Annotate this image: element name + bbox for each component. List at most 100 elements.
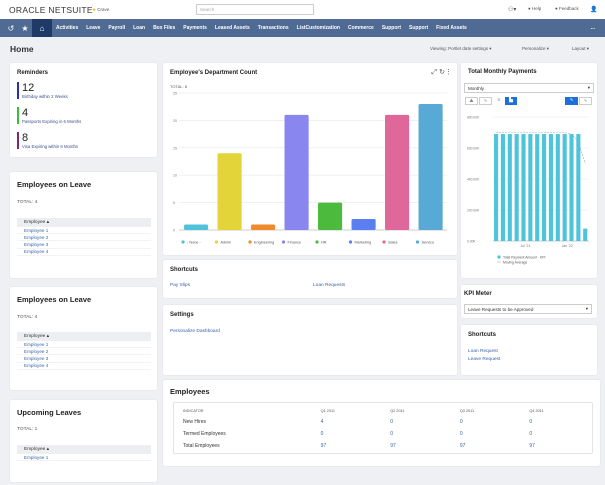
legend-label[interactable]: Service xyxy=(422,241,435,245)
period-select[interactable]: Monthly ▾ xyxy=(464,83,594,93)
nav-item-fixed-assets[interactable]: Fixed Assets xyxy=(436,25,467,31)
cell-value[interactable]: 97 xyxy=(522,441,590,451)
nav-item-support[interactable]: Support xyxy=(382,25,401,31)
expand-icon[interactable]: ⤢ xyxy=(431,69,437,77)
employee-column-header[interactable]: Employee ▴ xyxy=(17,445,151,454)
payment-bar[interactable] xyxy=(576,134,581,241)
nav-item-leased-assets[interactable]: Leased Assets xyxy=(215,25,250,31)
payment-bar[interactable] xyxy=(514,134,519,241)
nav-item-payments[interactable]: Payments xyxy=(183,25,207,31)
employee-link[interactable]: Employee 1 xyxy=(17,454,151,462)
cell-value[interactable]: 0 xyxy=(314,429,382,439)
search-input[interactable]: Search xyxy=(196,4,314,15)
bar-finance[interactable] xyxy=(284,114,309,230)
legend-label[interactable]: HR xyxy=(321,241,327,245)
horizontal-bar-icon[interactable]: ≡ xyxy=(494,97,504,105)
cell-value[interactable]: 97 xyxy=(314,441,382,451)
payment-bar[interactable] xyxy=(528,134,533,241)
personalize-dropdown[interactable]: Personalize ▾ xyxy=(522,46,549,52)
nav-more[interactable]: ... xyxy=(591,25,595,31)
leave-request-link[interactable]: Leave Request xyxy=(468,357,500,362)
cell-value[interactable]: 0 xyxy=(383,429,451,439)
cell-value[interactable]: 0 xyxy=(453,417,521,427)
payment-bar[interactable] xyxy=(569,134,574,241)
reminder-item[interactable]: 8 Visa Expiring within 6 Months xyxy=(17,132,78,149)
employee-link[interactable]: Employee 4 xyxy=(17,363,151,370)
netsuite-logo[interactable]: ORACLE NETSUITE xyxy=(9,5,93,15)
nav-item-transactions[interactable]: Transactions xyxy=(258,25,289,31)
line-chart-icon[interactable]: ∿ xyxy=(479,97,492,105)
favorites-icon[interactable]: ★ xyxy=(18,24,32,33)
reminder-label[interactable]: Visa Expiring within 6 Months xyxy=(22,144,78,149)
employee-link[interactable]: Employee 4 xyxy=(17,249,151,256)
legend-label[interactable]: - None - xyxy=(187,241,201,245)
legend-label[interactable]: Sales xyxy=(388,241,398,245)
user-menu-icon[interactable]: 👤 xyxy=(590,6,597,13)
kpi-select[interactable]: Leave Requests to be Approved ▾ xyxy=(464,304,592,314)
reminder-label[interactable]: Passports Expiring in 6 Months xyxy=(22,119,81,124)
legend-label[interactable]: Marketing xyxy=(355,241,372,245)
payment-bar[interactable] xyxy=(555,134,560,241)
payment-bar[interactable] xyxy=(521,134,526,241)
nav-item-support[interactable]: Support xyxy=(409,25,428,31)
bar-marketing[interactable] xyxy=(351,219,376,230)
employee-link[interactable]: Employee 2 xyxy=(17,234,151,242)
nav-item-payroll[interactable]: Payroll xyxy=(108,25,125,31)
roles-icon[interactable]: ⚇▾ xyxy=(508,6,516,13)
recent-icon[interactable]: ↺ xyxy=(4,24,18,33)
reminder-label[interactable]: Birthday within 2 Weeks xyxy=(22,94,68,99)
home-icon[interactable]: ⌂ xyxy=(32,19,52,37)
cell-value[interactable]: 0 xyxy=(453,429,521,439)
legend-label[interactable]: Finance xyxy=(288,241,302,245)
column-chart-icon[interactable]: ▙ xyxy=(505,97,517,105)
pay-slips-link[interactable]: Pay Slips xyxy=(170,283,190,288)
cell-value[interactable]: 0 xyxy=(522,429,590,439)
employee-link[interactable]: Employee 2 xyxy=(17,348,151,356)
bar-engineering[interactable] xyxy=(251,224,276,230)
bar-sales[interactable] xyxy=(385,114,410,230)
employee-column-header[interactable]: Employee ▴ xyxy=(17,332,151,341)
payment-bar[interactable] xyxy=(535,134,540,241)
personalize-dashboard-link[interactable]: Personalize Dashboard xyxy=(170,329,220,334)
area-chart-icon[interactable]: ⛰ xyxy=(465,97,478,105)
payment-bar[interactable] xyxy=(494,134,499,241)
payment-bar[interactable] xyxy=(507,134,512,241)
bar-hr[interactable] xyxy=(318,202,343,230)
loan-request-link[interactable]: Loan Request xyxy=(468,349,498,354)
layout-dropdown[interactable]: Layout ▾ xyxy=(572,46,589,52)
nav-item-loan[interactable]: Loan xyxy=(133,25,145,31)
payment-bar[interactable] xyxy=(500,134,505,241)
nav-item-listcustomization[interactable]: ListCustomization xyxy=(297,25,340,31)
trend-off-icon[interactable]: ∿ xyxy=(579,97,592,105)
bar-none[interactable] xyxy=(184,224,209,230)
bar-service[interactable] xyxy=(418,103,443,230)
cell-value[interactable]: 97 xyxy=(383,441,451,451)
help-link[interactable]: ● Help xyxy=(528,6,541,11)
legend-label[interactable]: Engineering xyxy=(254,241,274,245)
reminder-item[interactable]: 4 Passports Expiring in 6 Months xyxy=(17,107,81,124)
employee-link[interactable]: Employee 1 xyxy=(17,227,151,235)
cell-value[interactable]: 0 xyxy=(383,417,451,427)
employee-link[interactable]: Employee 3 xyxy=(17,355,151,363)
cell-value[interactable]: 97 xyxy=(453,441,521,451)
more-options-icon[interactable]: ⋮ xyxy=(445,68,452,76)
legend-label[interactable]: Admin xyxy=(221,241,232,245)
payment-bar[interactable] xyxy=(583,228,588,241)
cell-value[interactable]: 4 xyxy=(314,417,382,427)
employee-link[interactable]: Employee 3 xyxy=(17,241,151,249)
reminder-item[interactable]: 12 Birthday within 2 Weeks xyxy=(17,82,68,99)
nav-item-commerce[interactable]: Commerce xyxy=(348,25,374,31)
legend-label[interactable]: Moving Average xyxy=(503,261,527,265)
cell-value[interactable]: 0 xyxy=(522,417,590,427)
nav-item-box-files[interactable]: Box Files xyxy=(153,25,175,31)
legend-label[interactable]: Total Payment Amount - KPI xyxy=(503,256,545,260)
nav-item-leave[interactable]: Leave xyxy=(86,25,100,31)
payment-bar[interactable] xyxy=(542,134,547,241)
viewing-dropdown[interactable]: Viewing: Portlet date settings ▾ xyxy=(430,46,491,52)
payment-bar[interactable] xyxy=(548,134,553,241)
trend-on-icon[interactable]: ∿ xyxy=(565,97,578,105)
payment-bar[interactable] xyxy=(562,134,567,241)
loan-requests-link[interactable]: Loan Requests xyxy=(313,283,345,288)
feedback-link[interactable]: ● Feedback xyxy=(555,6,579,11)
employee-column-header[interactable]: Employee ▴ xyxy=(17,218,151,227)
